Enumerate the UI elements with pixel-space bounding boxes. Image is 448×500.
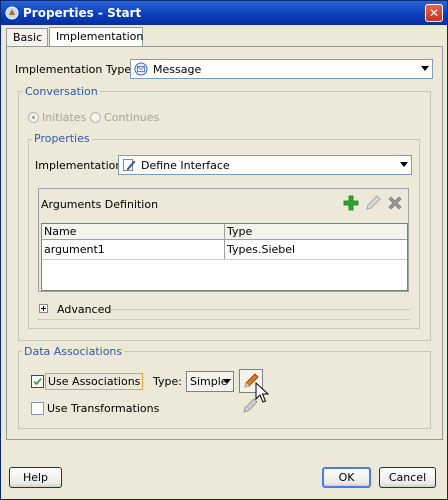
- initiates-radio[interactable]: [28, 112, 39, 123]
- implementation-type-label: Implementation Type:: [15, 63, 135, 76]
- use-associations-checkbox[interactable]: [31, 375, 44, 388]
- advanced-bottom-divider: [37, 319, 411, 320]
- close-icon: ✕: [428, 6, 440, 20]
- association-type-select[interactable]: Simple: [186, 371, 234, 392]
- implementation-type-value: Message: [153, 63, 202, 76]
- column-type-header[interactable]: Type: [227, 225, 252, 238]
- properties-dialog: Properties - Start ✕ Basic Implementatio…: [0, 0, 448, 500]
- close-button[interactable]: ✕: [425, 4, 443, 22]
- delete-icon[interactable]: [387, 195, 403, 214]
- conversation-title: Conversation: [23, 85, 100, 98]
- chevron-down-icon: [400, 162, 408, 167]
- implementation-type-select[interactable]: Message: [130, 59, 433, 79]
- cancel-button[interactable]: Cancel: [379, 467, 436, 488]
- advanced-label[interactable]: Advanced: [57, 303, 111, 316]
- column-name-header[interactable]: Name: [44, 225, 76, 238]
- arguments-title: Arguments Definition: [41, 198, 159, 211]
- tab-basic[interactable]: Basic: [6, 28, 48, 46]
- edit-icon[interactable]: [365, 195, 381, 214]
- app-icon: [5, 6, 19, 20]
- define-interface-icon: [122, 158, 136, 172]
- tab-implementation-label: Implementation: [56, 30, 144, 43]
- arguments-table: Name Type argument1 Types.Siebel: [41, 223, 408, 291]
- type-label: Type:: [153, 375, 182, 388]
- expand-icon[interactable]: [39, 304, 48, 313]
- advanced-divider: [111, 309, 411, 310]
- title-bar[interactable]: Properties - Start ✕: [1, 1, 447, 25]
- add-icon[interactable]: [343, 195, 359, 214]
- message-icon: [134, 62, 148, 76]
- tab-basic-label: Basic: [13, 31, 43, 44]
- argument-name-cell: argument1: [44, 243, 105, 256]
- association-type-value: Simple: [190, 375, 228, 388]
- argument-type-cell: Types.Siebel: [227, 243, 296, 256]
- help-button[interactable]: Help: [9, 467, 62, 488]
- tab-implementation[interactable]: Implementation: [49, 27, 143, 47]
- mouse-cursor-icon: [255, 381, 270, 407]
- table-row[interactable]: argument1 Types.Siebel: [42, 240, 407, 260]
- implementation-value: Define Interface: [141, 159, 230, 172]
- chevron-down-icon: [421, 66, 429, 71]
- continues-radio[interactable]: [90, 112, 101, 123]
- continues-label: Continues: [104, 111, 160, 124]
- use-transformations-checkbox[interactable]: [31, 402, 44, 415]
- properties-title: Properties: [32, 132, 92, 145]
- chevron-down-icon: [223, 379, 231, 384]
- data-associations-title: Data Associations: [22, 345, 125, 358]
- initiates-label: Initiates: [42, 111, 87, 124]
- ok-button[interactable]: OK: [322, 467, 371, 488]
- use-transformations-label[interactable]: Use Transformations: [47, 402, 159, 415]
- implementation-label: Implementation:: [35, 159, 127, 172]
- use-associations-label[interactable]: Use Associations: [45, 373, 144, 390]
- window-title: Properties - Start: [23, 6, 142, 20]
- implementation-select[interactable]: Define Interface: [118, 155, 412, 175]
